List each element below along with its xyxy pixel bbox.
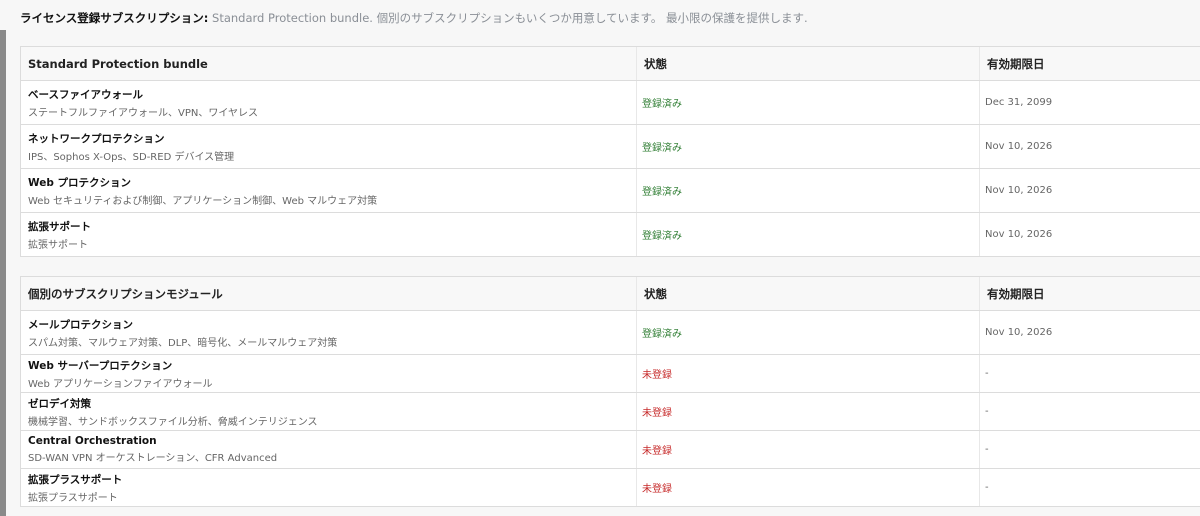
expiry-date: - [979, 354, 1200, 393]
table-row: Web プロテクション Web セキュリティおよび制御、アプリケーション制御、We… [20, 168, 1200, 213]
status-badge: 未登録 [636, 430, 980, 469]
intro-description: Standard Protection bundle. 個別のサブスクリプション… [212, 11, 808, 25]
subscription-cell: 拡張プラスサポート 拡張プラスサポート [20, 468, 637, 507]
table-row: 拡張サポート 拡張サポート 登録済み Nov 10, 2026 [20, 212, 1200, 257]
subscription-name: 拡張サポート [28, 220, 91, 233]
subscription-description: ステートフルファイアウォール、VPN、ワイヤレス [28, 107, 259, 119]
scrollbar[interactable] [0, 30, 6, 516]
subscription-name: Central Orchestration [28, 435, 157, 447]
expiry-date: Nov 10, 2026 [979, 124, 1200, 169]
col-header-expiry: 有効期限日 [979, 276, 1200, 311]
bundle-table: Standard Protection bundle 状態 有効期限日 ベースフ… [20, 46, 1200, 257]
subscription-cell: 拡張サポート 拡張サポート [20, 212, 637, 257]
intro-text: ライセンス登録サブスクリプション: Standard Protection bu… [20, 10, 808, 26]
table-row: メールプロテクションスパム対策、マルウェア対策、DLP、暗号化、メールマルウェア… [20, 310, 1200, 355]
expiry-date: Dec 31, 2099 [979, 80, 1200, 125]
expiry-date: - [979, 430, 1200, 469]
table-row: Central Orchestration SD-WAN VPN オーケストレーシ… [20, 430, 1200, 469]
subscription-name: 拡張プラスサポート [28, 473, 123, 486]
subscription-name: ネットワークプロテクション [28, 132, 165, 145]
intro-label: ライセンス登録サブスクリプション: [20, 11, 209, 25]
subscription-cell: Web サーバープロテクション Web アプリケーションファイアウォール [20, 354, 637, 393]
subscription-description: SD-WAN VPN オーケストレーション、CFR Advanced [28, 453, 278, 464]
expiry-date: Nov 10, 2026 [979, 168, 1200, 213]
subscription-description: IPS、Sophos X-Ops、SD-RED デバイス管理 [28, 151, 235, 163]
status-badge: 登録済み [636, 124, 980, 169]
col-header-expiry: 有効期限日 [979, 46, 1200, 81]
subscription-cell: メールプロテクションスパム対策、マルウェア対策、DLP、暗号化、メールマルウェア… [20, 310, 637, 355]
col-header-modules: 個別のサブスクリプションモジュール [20, 276, 637, 311]
status-badge: 未登録 [636, 392, 980, 431]
table-row: Web サーバープロテクション Web アプリケーションファイアウォール 未登録 … [20, 354, 1200, 393]
subscription-name: メールプロテクション [28, 318, 133, 331]
status-badge: 未登録 [636, 354, 980, 393]
status-badge: 未登録 [636, 468, 980, 507]
subscription-cell: Web プロテクション Web セキュリティおよび制御、アプリケーション制御、We… [20, 168, 637, 213]
table-row: ネットワークプロテクション IPS、Sophos X-Ops、SD-RED デバイ… [20, 124, 1200, 169]
status-badge: 登録済み [636, 168, 980, 213]
table-row: ベースファイアウォールステートフルファイアウォール、VPN、ワイヤレス 登録済み… [20, 80, 1200, 125]
col-header-status: 状態 [636, 46, 980, 81]
subscription-name: ベースファイアウォール [28, 88, 143, 101]
subscription-description: 拡張サポート [28, 239, 88, 251]
status-badge: 登録済み [636, 212, 980, 257]
subscription-cell: ゼロデイ対策機械学習、サンドボックスファイル分析、脅威インテリジェンス [20, 392, 637, 431]
subscription-name: Web プロテクション [28, 176, 132, 189]
table-row: 拡張プラスサポート 拡張プラスサポート 未登録 - [20, 468, 1200, 507]
status-badge: 登録済み [636, 310, 980, 355]
subscription-description: Web セキュリティおよび制御、アプリケーション制御、Web マルウェア対策 [28, 195, 378, 207]
subscription-description: Web アプリケーションファイアウォール [28, 378, 213, 390]
subscription-cell: Central Orchestration SD-WAN VPN オーケストレーシ… [20, 430, 637, 469]
subscription-cell: ネットワークプロテクション IPS、Sophos X-Ops、SD-RED デバイ… [20, 124, 637, 169]
subscription-description: 拡張プラスサポート [28, 492, 118, 504]
subscription-cell: ベースファイアウォールステートフルファイアウォール、VPN、ワイヤレス [20, 80, 637, 125]
table-row: ゼロデイ対策 機械学習、サンドボックスファイル分析、脅威インテリジェンス 未登録 … [20, 392, 1200, 431]
expiry-date: Nov 10, 2026 [979, 212, 1200, 257]
expiry-date: - [979, 392, 1200, 431]
subscription-name: ゼロデイ対策 [28, 397, 91, 410]
expiry-date: - [979, 468, 1200, 507]
subscription-description: 機械学習、サンドボックスファイル分析、脅威インテリジェンス [28, 416, 318, 428]
status-badge: 登録済み [636, 80, 980, 125]
subscription-description: スパム対策、マルウェア対策、DLP、暗号化、メールマルウェア対策 [28, 337, 338, 349]
subscription-name: Web サーバープロテクション [28, 359, 173, 372]
col-header-bundle: Standard Protection bundle [20, 46, 637, 81]
modules-table: 個別のサブスクリプションモジュール 状態 有効期限日 メールプロテクションスパム… [20, 276, 1200, 507]
col-header-status: 状態 [636, 276, 980, 311]
expiry-date: Nov 10, 2026 [979, 310, 1200, 355]
